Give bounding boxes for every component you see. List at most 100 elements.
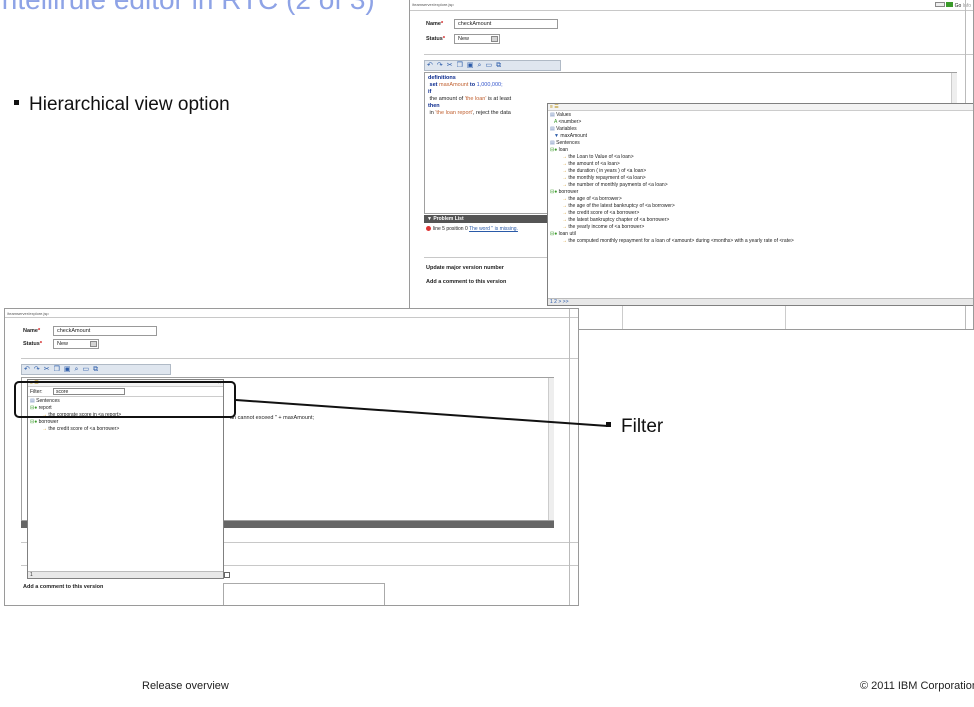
editor-scrollbar[interactable]	[548, 378, 554, 520]
paste-icon[interactable]: ▣	[64, 365, 71, 375]
footer-right: © 2011 IBM Corporation	[860, 680, 974, 692]
status-label-text: Status	[426, 36, 443, 42]
tree-item-label: the amount of <a loan>	[568, 161, 620, 167]
cut-icon[interactable]: ✂	[447, 61, 453, 71]
tree-item[interactable]: → the credit score of <a borrower>	[550, 210, 972, 217]
copy-icon[interactable]: ❐	[54, 365, 60, 375]
info-link[interactable]: Info	[963, 3, 971, 9]
problem-list-title: Problem List	[433, 216, 464, 222]
bullet-filter: Filter	[606, 416, 663, 438]
tree-item[interactable]: → the yearly income of <a borrower>	[550, 224, 972, 231]
group-icon: ⊟●	[550, 189, 559, 195]
url-text: /teamserver/explore.jsp	[7, 311, 49, 316]
completion-popup: ≡ ☰ ▤ Values A <number> ▤ Variables ▼ maxAm…	[547, 103, 973, 306]
tree-item-label: loan util	[558, 231, 576, 237]
problem-list-header[interactable]: ▼ Problem List	[424, 215, 558, 223]
tree-item[interactable]: → the duration ( in years ) of <a loan>	[550, 168, 972, 175]
required-mark: *	[39, 341, 42, 347]
tree-item[interactable]: A <number>	[550, 119, 972, 126]
set-value: 1,000,000;	[476, 82, 503, 88]
find-icon[interactable]: ⌕	[478, 61, 482, 71]
name-label: Name*	[23, 328, 40, 334]
name-input[interactable]: checkAmount	[454, 19, 558, 29]
status-value: New	[57, 341, 69, 347]
tree-item-label: the age of the latest bankruptcy of <a b…	[568, 203, 675, 209]
url-text: /teamserver/explore.jsp	[412, 2, 454, 7]
tree-item[interactable]: ▼ maxAmount	[550, 133, 972, 140]
form-divider	[21, 358, 578, 359]
status-select[interactable]: New	[53, 339, 99, 349]
tree-item[interactable]: ▤ Variables	[550, 126, 972, 133]
chevron-down-icon[interactable]	[491, 36, 498, 42]
tree-item[interactable]: → the age of the latest bankruptcy of <a…	[550, 203, 972, 210]
page-number[interactable]: 1	[30, 572, 33, 578]
go-link[interactable]: Go	[955, 3, 962, 9]
tree-item[interactable]: → the Loan to Value of <a loan>	[550, 154, 972, 161]
popup-header[interactable]: ≡ ☰	[548, 104, 973, 111]
update-major-label: Update major version number	[426, 265, 504, 271]
group-icon: ⊟●	[30, 419, 39, 425]
tree-item-label: Values	[556, 112, 572, 118]
editor-toolbar: ↶ ↷ ✂ ❐ ▣ ⌕ ▭ ⧉	[424, 60, 561, 71]
set-variable: maxAmount	[439, 82, 469, 88]
find-icon[interactable]: ⌕	[75, 365, 79, 375]
tree-item-label: the Loan to Value of <a loan>	[568, 154, 634, 160]
major-version-checkbox[interactable]	[224, 572, 230, 578]
action-text: in	[429, 110, 434, 116]
comment-icon[interactable]: ▭	[82, 365, 89, 375]
tree-item[interactable]: → the credit score of <a borrower>	[30, 426, 221, 433]
tree-item[interactable]: → the monthly repayment of <a loan>	[550, 175, 972, 182]
view-toggle-icon[interactable]: ⧉	[496, 61, 501, 71]
group-icon: ⊟●	[550, 147, 559, 153]
action-rest: , reject the data	[472, 110, 511, 116]
filter-callout-box	[14, 381, 236, 418]
tree-item[interactable]: → the amount of <a loan>	[550, 161, 972, 168]
tree-item[interactable]: → the age of <a borrower>	[550, 196, 972, 203]
chevron-down-icon[interactable]	[90, 341, 97, 347]
status-select[interactable]: New	[454, 34, 500, 44]
copy-icon[interactable]: ❐	[457, 61, 463, 71]
set-keyword: set	[429, 82, 438, 88]
tree-item[interactable]: → the number of monthly payments of <a l…	[550, 182, 972, 189]
popup-pager: 1	[28, 571, 223, 578]
editor-visible-text: an cannot exceed " + maxAmount;	[230, 415, 315, 421]
tree-item-label: Variables	[556, 126, 577, 132]
comment-textarea[interactable]	[223, 583, 385, 605]
name-label-text: Name	[23, 328, 38, 334]
bullet-hierarchical-text: Hierarchical view option	[29, 94, 230, 115]
editor-toolbar: ↶ ↷ ✂ ❐ ▣ ⌕ ▭ ⧉	[21, 364, 171, 375]
dropdown-icon[interactable]	[934, 2, 945, 7]
paste-icon[interactable]: ▣	[467, 61, 474, 71]
page-edge-line	[569, 309, 570, 605]
tree-item-label: the credit score of <a borrower>	[48, 426, 120, 432]
pager-links[interactable]: 1 2 > >>	[550, 299, 569, 305]
go-icon[interactable]	[946, 2, 954, 7]
view-toggle-icon[interactable]: ⧉	[93, 365, 98, 375]
tree-item[interactable]: ▤ Sentences	[550, 140, 972, 147]
tree-item[interactable]: → the latest bankruptcy chapter of <a bo…	[550, 217, 972, 224]
tree-item-label: the latest bankruptcy chapter of <a borr…	[568, 217, 670, 223]
tree-item[interactable]: ⊟● loan	[550, 147, 972, 154]
sentence-tree: ▤ Values A <number> ▤ Variables ▼ maxAmount…	[548, 111, 973, 246]
cut-icon[interactable]: ✂	[44, 365, 50, 375]
redo-icon[interactable]: ↷	[34, 365, 40, 375]
redo-icon[interactable]: ↷	[437, 61, 443, 71]
tree-item-label: borrower	[558, 189, 579, 195]
comment-icon[interactable]: ▭	[485, 61, 492, 71]
tree-item[interactable]: ⊟● borrower	[30, 419, 221, 426]
name-input[interactable]: checkAmount	[53, 326, 157, 336]
undo-icon[interactable]: ↶	[427, 61, 433, 71]
bullet-filter-text: Filter	[621, 416, 664, 437]
tree-item-label: the monthly repayment of <a loan>	[568, 175, 646, 181]
status-value: New	[458, 36, 470, 42]
add-comment-label: Add a comment to this version	[426, 279, 507, 285]
undo-icon[interactable]: ↶	[24, 365, 30, 375]
tree-item[interactable]: → the computed monthly repayment for a l…	[550, 238, 972, 245]
action-object: 'the loan report'	[435, 110, 473, 116]
tree-item[interactable]: ▤ Values	[550, 112, 972, 119]
tree-item-label: borrower	[38, 419, 59, 425]
tree-item[interactable]: ⊟● loan util	[550, 231, 972, 238]
problem-link[interactable]: The word '' is missing.	[469, 226, 518, 232]
tree-item[interactable]: ⊟● borrower	[550, 189, 972, 196]
rule-line-condition: the amount of 'the loan' is at least	[428, 96, 953, 103]
